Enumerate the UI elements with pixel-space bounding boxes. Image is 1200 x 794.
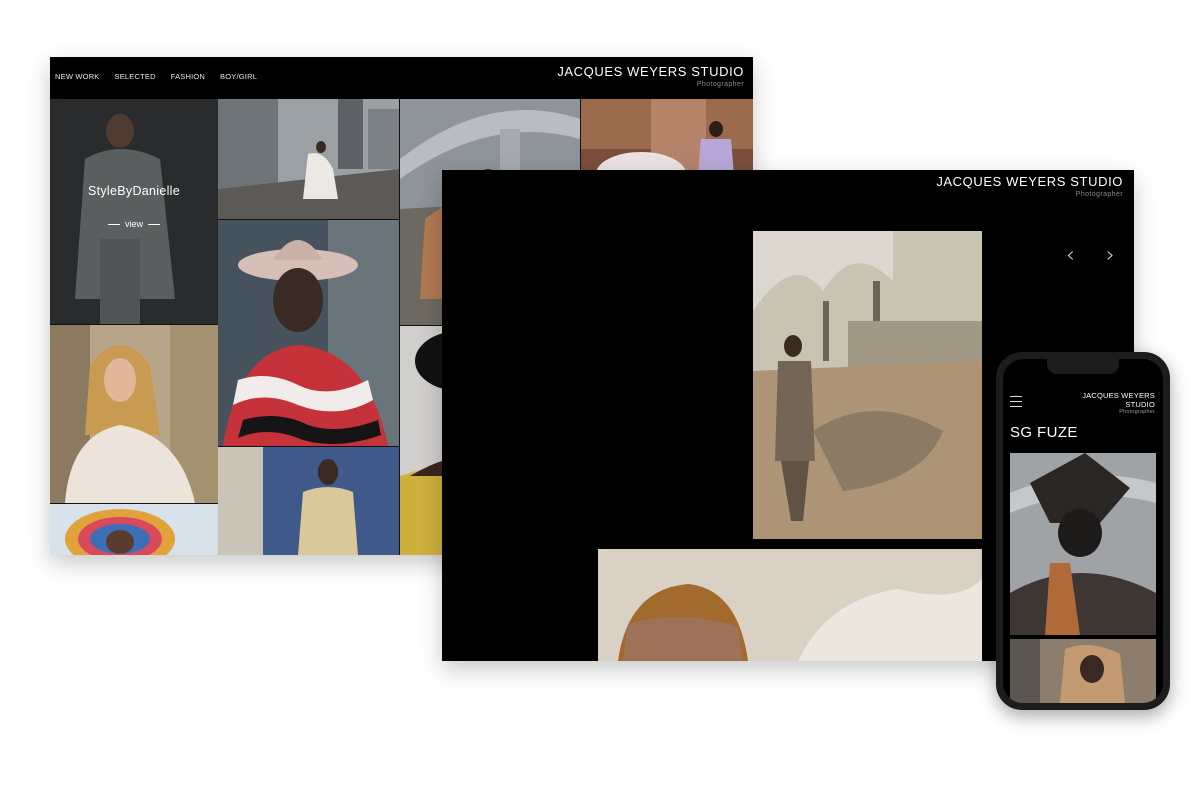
site-header: NEW WORK SELECTED FASHION BOY/GIRL JACQU…: [50, 57, 753, 99]
nav-fashion[interactable]: FASHION: [171, 72, 205, 81]
main-nav: NEW WORK SELECTED FASHION BOY/GIRL: [55, 72, 257, 81]
nav-selected[interactable]: SELECTED: [115, 72, 156, 81]
feature-overlay: StyleByDanielle view: [50, 99, 218, 324]
site-title: JACQUES WEYERS STUDIO: [557, 64, 744, 79]
phone-logo[interactable]: JACQUES WEYERS STUDIO Photographer: [1082, 391, 1155, 416]
nav-boy-girl[interactable]: BOY/GIRL: [220, 72, 257, 81]
phone-brand-subtitle: Photographer: [1119, 409, 1155, 415]
phone-notch: [1047, 359, 1119, 374]
phone-image-sculptural-headpiece[interactable]: [1010, 453, 1156, 635]
slide-industrial-beach[interactable]: [753, 231, 982, 539]
site-logo[interactable]: JACQUES WEYERS STUDIO Photographer: [557, 64, 744, 88]
site-subtitle: Photographer: [696, 81, 744, 88]
gallery-tile-cowboy-hat[interactable]: [218, 220, 399, 446]
chevron-left-icon[interactable]: ‹: [1066, 243, 1075, 268]
phone-mockup: JACQUES WEYERS STUDIO Photographer SG FU…: [996, 352, 1170, 710]
slideshow-subtitle: Photographer: [1075, 191, 1123, 198]
gallery-tile-blue-wallpaper[interactable]: [218, 447, 399, 555]
gallery-tile-rooftop[interactable]: [218, 99, 399, 219]
nav-new-work[interactable]: NEW WORK: [55, 72, 100, 81]
slide-orange-beanie[interactable]: [598, 549, 982, 661]
phone-brand-line1: JACQUES WEYERS: [1082, 391, 1155, 400]
phone-page-title: SG FUZE: [1010, 424, 1078, 441]
phone-image-second[interactable]: [1010, 639, 1156, 703]
gallery-tile-colorful-hat[interactable]: [50, 504, 218, 555]
phone-screen: JACQUES WEYERS STUDIO Photographer SG FU…: [1003, 359, 1163, 703]
gallery-tile-blonde-sweater[interactable]: [50, 325, 218, 503]
feature-title: StyleByDanielle: [87, 184, 181, 198]
view-link[interactable]: view: [50, 219, 218, 229]
slideshow-title: JACQUES WEYERS STUDIO: [936, 174, 1123, 189]
phone-brand-line2: STUDIO: [1125, 400, 1155, 409]
slideshow-logo[interactable]: JACQUES WEYERS STUDIO Photographer: [936, 174, 1123, 198]
hamburger-menu-icon[interactable]: [1010, 396, 1022, 411]
chevron-right-icon[interactable]: ›: [1106, 243, 1115, 268]
